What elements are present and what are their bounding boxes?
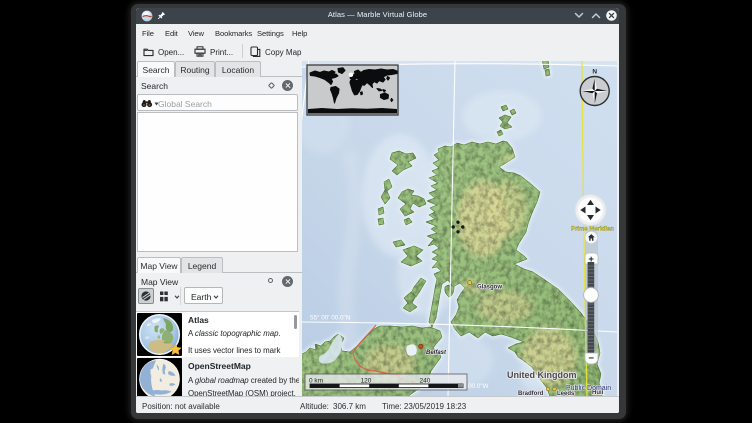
mapview-float-icon[interactable] — [268, 278, 273, 283]
menu-help[interactable]: Help — [292, 29, 307, 38]
close-dock-icon[interactable] — [282, 80, 293, 91]
window-title: Atlas — Marble Virtual Globe — [136, 10, 619, 19]
map-theme-description-2: OpenStreetMap (OSM) project. — [188, 389, 296, 396]
menu-view[interactable]: View — [188, 29, 204, 38]
print-icon[interactable] — [194, 46, 206, 57]
tab-location-label: Location — [222, 65, 254, 75]
menu-bar: File Edit View Bookmarks Settings Help — [136, 24, 619, 42]
controls-separator — [180, 287, 181, 305]
map-theme-list: Atlas A classic topographic map. It uses… — [136, 311, 299, 396]
map-list-scrollbar[interactable] — [294, 315, 297, 329]
close-button[interactable] — [606, 10, 617, 21]
overview-position-dot — [349, 73, 353, 77]
binoculars-icon[interactable] — [141, 98, 153, 108]
title-bar[interactable]: Atlas — Marble Virtual Globe — [136, 8, 619, 24]
tab-location[interactable]: Location — [215, 61, 261, 77]
search-placeholder: Global Search — [158, 99, 212, 109]
tab-routing[interactable]: Routing — [175, 61, 215, 77]
combo-chevron — [213, 294, 219, 300]
map-theme-atlas[interactable]: Atlas A classic topographic map. It uses… — [136, 312, 299, 357]
tab-search[interactable]: Search — [137, 61, 175, 77]
tab-map-view-label: Map View — [140, 261, 177, 271]
map-theme-title: Atlas — [188, 315, 209, 325]
main-toolbar: Open... Print... Copy Map — [136, 42, 619, 61]
belfast-label: Belfast — [426, 350, 447, 356]
map-grid-button[interactable] — [159, 291, 169, 302]
menu-file[interactable]: File — [142, 29, 154, 38]
celestial-body-combobox[interactable]: Earth — [184, 287, 223, 304]
tab-legend[interactable]: Legend — [181, 257, 223, 273]
status-bar: Position: not available Altitude: 306.7 … — [136, 396, 619, 413]
side-panel: Search Routing Location Search — [136, 61, 302, 396]
print-button[interactable]: Print... — [210, 48, 233, 57]
combo-value: Earth — [191, 292, 211, 302]
mapview-close-icon[interactable] — [282, 276, 293, 287]
belfast-dot — [419, 344, 423, 348]
nav-pad[interactable] — [575, 194, 607, 226]
open-button[interactable]: Open... — [158, 48, 184, 57]
search-dock-header: Search — [136, 79, 302, 94]
mapview-tab-bar: Map View Legend — [136, 257, 302, 273]
home-button[interactable] — [585, 231, 598, 244]
status-position: Position: not available — [142, 402, 220, 411]
menu-edit[interactable]: Edit — [165, 29, 178, 38]
menu-settings[interactable]: Settings — [257, 29, 284, 38]
status-altitude-value: 306.7 km — [333, 402, 366, 411]
map-theme-description: A classic topographic map. — [188, 329, 281, 338]
scalebar-end: 240 — [420, 378, 431, 385]
globe-projection-button[interactable] — [138, 288, 154, 304]
overview-map[interactable] — [307, 65, 398, 115]
glasgow-dot — [468, 281, 472, 285]
search-dock-title: Search — [141, 81, 168, 91]
zoom-handle[interactable] — [584, 288, 599, 303]
status-altitude-label: Altitude: — [300, 402, 329, 411]
latitude-label: 55° 00' 00.0"N — [310, 314, 351, 322]
tab-search-label: Search — [143, 65, 170, 75]
maximize-button[interactable] — [591, 12, 601, 19]
mapview-dock-title: Map View — [141, 277, 178, 287]
open-icon[interactable] — [143, 47, 154, 57]
compass-n-label: N — [592, 69, 597, 76]
lough-neagh — [406, 344, 417, 356]
favorite-star-icon — [169, 343, 182, 356]
attribution-label: Public Domain — [566, 385, 611, 392]
map-theme-description: A global roadmap created by the — [188, 376, 299, 385]
map-theme-title: OpenStreetMap — [188, 361, 251, 371]
copy-map-button[interactable]: Copy Map — [265, 48, 301, 57]
glasgow-label: Glasgow — [477, 285, 502, 291]
longitude-label: 00.0"W — [468, 383, 488, 390]
status-time: Time: 23/05/2019 18:23 — [382, 402, 466, 411]
map-theme-openstreetmap[interactable]: OpenStreetMap A global roadmap created b… — [136, 357, 299, 396]
minimize-button[interactable] — [574, 12, 584, 19]
map-theme-description-2: It uses vector lines to mark — [188, 346, 280, 355]
tab-legend-label: Legend — [188, 261, 216, 271]
map-canvas[interactable]: 55° 00' 00.0"N 00.0"W Prime Meridian Gla… — [302, 61, 617, 396]
search-results-list[interactable] — [137, 112, 298, 252]
scale-bar: 0 km 120 240 — [305, 374, 467, 390]
scalebar-zero: 0 km — [309, 378, 323, 385]
osm-thumbnail — [137, 358, 182, 396]
desktop: Atlas — Marble Virtual Globe File Edit V… — [0, 0, 752, 423]
search-input[interactable]: Global Search — [137, 94, 298, 111]
zoom-out-label: − — [588, 353, 594, 364]
country-label: United Kingdom — [507, 370, 577, 380]
tab-map-view[interactable]: Map View — [137, 257, 181, 273]
marble-window: Atlas — Marble Virtual Globe File Edit V… — [136, 8, 619, 413]
copy-map-icon[interactable] — [250, 46, 261, 57]
marble-map[interactable]: 55° 00' 00.0"N 00.0"W Prime Meridian Gla… — [302, 61, 617, 396]
scalebar-mid: 120 — [361, 378, 372, 385]
toolbar-separator — [242, 44, 243, 58]
menu-bookmarks[interactable]: Bookmarks — [215, 29, 252, 38]
tab-routing-label: Routing — [180, 65, 209, 75]
float-dock-icon[interactable] — [268, 82, 275, 89]
panel-tab-bar: Search Routing Location — [136, 61, 302, 77]
